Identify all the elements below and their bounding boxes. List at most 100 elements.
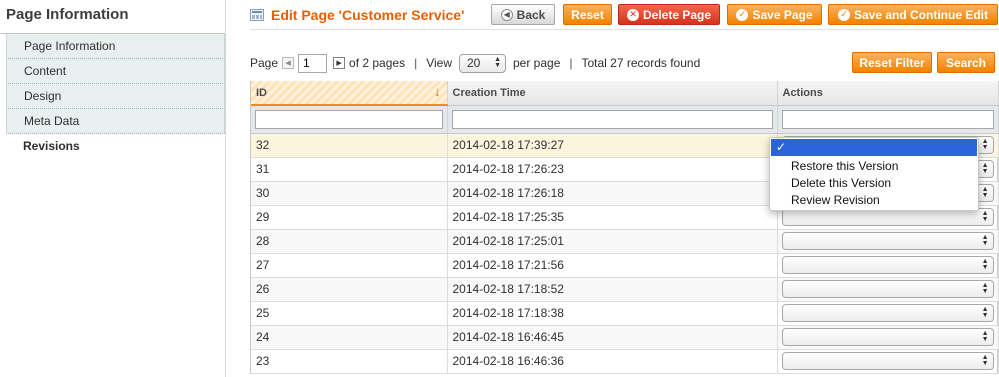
revision-id: 23: [251, 349, 448, 374]
column-header-actions-label: Actions: [782, 86, 823, 99]
search-button[interactable]: Search: [937, 52, 995, 73]
tab-revisions[interactable]: Revisions: [6, 134, 225, 159]
action-select[interactable]: ▲ ▼: [781, 352, 994, 370]
revision-creation-time: 2014-02-18 17:25:35: [447, 205, 778, 230]
revision-creation-time: 2014-02-18 17:26:18: [447, 181, 778, 206]
select-updown-icon: ▲ ▼: [981, 138, 989, 151]
column-header-creation-time[interactable]: Creation Time: [447, 81, 778, 106]
revision-id: 31: [251, 157, 448, 182]
action-select[interactable]: ▲ ▼: [781, 232, 994, 250]
action-cell: ▲ ▼: [777, 349, 999, 374]
action-cell: ▲ ▼: [777, 325, 999, 350]
revisions-grid: ID ↓ Creation Time Actions 32 2014-02-18…: [250, 81, 999, 374]
revision-id: 32: [251, 133, 448, 158]
revision-creation-time: 2014-02-18 17:25:01: [447, 229, 778, 254]
save-page-button[interactable]: ✓ Save Page: [727, 4, 822, 25]
revision-creation-time: 2014-02-18 16:46:45: [447, 325, 778, 350]
revision-id: 26: [251, 277, 448, 302]
dropdown-option-restore-version[interactable]: Restore this Version: [791, 158, 898, 174]
table-row[interactable]: 23 2014-02-18 16:46:36 ▲ ▼: [251, 349, 999, 374]
header-divider: [250, 29, 999, 30]
revision-creation-time: 2014-02-18 17:18:52: [447, 277, 778, 302]
select-updown-icon: ▲ ▼: [981, 162, 989, 175]
action-cell: ▲ ▼: [777, 229, 999, 254]
revision-creation-time: 2014-02-18 17:39:27: [447, 133, 778, 158]
sidebar-tabs: Page Information Content Design Meta Dat…: [6, 34, 225, 159]
save-continue-button-label: Save and Continue Edit: [853, 7, 988, 22]
filter-cell-creation-time: [447, 105, 778, 134]
revision-creation-time: 2014-02-18 17:18:38: [447, 301, 778, 326]
page-count: of 2 pages: [349, 56, 406, 70]
select-updown-icon: ▲ ▼: [981, 210, 989, 223]
pager-separator-2: |: [569, 56, 573, 70]
column-header-id-label: ID: [256, 86, 267, 99]
delete-x-icon: ✕: [626, 8, 639, 21]
column-header-actions: Actions: [777, 81, 999, 106]
reset-filter-button[interactable]: Reset Filter: [852, 52, 932, 73]
revision-id: 28: [251, 229, 448, 254]
select-updown-icon: ▲ ▼: [981, 282, 989, 295]
sidebar: Page Information Page Information Conten…: [0, 0, 226, 377]
page-number-input[interactable]: [298, 53, 328, 73]
save-continue-button[interactable]: ✓ Save and Continue Edit: [828, 4, 998, 25]
cms-page-icon: [250, 9, 264, 21]
per-page-select[interactable]: 20 ▲ ▼: [459, 53, 506, 73]
previous-page-icon[interactable]: ◀: [282, 57, 295, 69]
tab-meta-data[interactable]: Meta Data: [6, 109, 225, 134]
tab-design[interactable]: Design: [6, 84, 225, 109]
per-page-label: per page: [513, 56, 561, 70]
tab-content[interactable]: Content: [6, 59, 225, 84]
back-arrow-icon: ◀: [500, 8, 513, 21]
save-check-icon: ✓: [736, 8, 749, 21]
page-label: Page: [250, 56, 279, 70]
save-continue-check-icon: ✓: [837, 8, 850, 21]
revision-id: 29: [251, 205, 448, 230]
filter-cell-id: [251, 105, 448, 134]
column-header-id[interactable]: ID ↓: [251, 81, 448, 106]
table-row[interactable]: 25 2014-02-18 17:18:38 ▲ ▼: [251, 301, 999, 326]
sort-descending-icon: ↓: [434, 84, 441, 99]
checkmark-icon: ✓: [776, 140, 787, 154]
sidebar-divider: [225, 0, 226, 377]
select-updown-icon: ▲ ▼: [981, 234, 989, 247]
pager-separator: |: [414, 56, 418, 70]
table-row[interactable]: 26 2014-02-18 17:18:52 ▲ ▼: [251, 277, 999, 302]
revision-creation-time: 2014-02-18 16:46:36: [447, 349, 778, 374]
delete-page-button-label: Delete Page: [642, 7, 712, 22]
revision-id: 25: [251, 301, 448, 326]
save-page-button-label: Save Page: [752, 7, 813, 22]
select-updown-icon: ▲ ▼: [494, 56, 501, 69]
creation-time-filter-input[interactable]: [451, 109, 773, 129]
dropdown-option-empty-selected[interactable]: ✓: [771, 139, 977, 156]
total-records: Total 27 records found: [581, 56, 701, 70]
select-updown-icon: ▲ ▼: [981, 354, 989, 367]
back-button[interactable]: ◀ Back: [491, 4, 555, 25]
page-header: Edit Page 'Customer Service': [250, 4, 464, 26]
column-header-creation-time-label: Creation Time: [452, 86, 526, 99]
table-row[interactable]: 27 2014-02-18 17:21:56 ▲ ▼: [251, 253, 999, 278]
action-select[interactable]: ▲ ▼: [781, 304, 994, 322]
next-page-icon[interactable]: ▶: [333, 57, 346, 69]
dropdown-option-delete-version[interactable]: Delete this Version: [791, 175, 891, 191]
id-filter-input[interactable]: [255, 109, 443, 129]
action-cell: ▲ ▼: [777, 277, 999, 302]
table-row[interactable]: 28 2014-02-18 17:25:01 ▲ ▼: [251, 229, 999, 254]
per-page-value: 20: [467, 56, 481, 70]
select-updown-icon: ▲ ▼: [981, 330, 989, 343]
action-select[interactable]: ▲ ▼: [781, 328, 994, 346]
reset-button[interactable]: Reset: [563, 4, 612, 25]
page-title: Edit Page 'Customer Service': [271, 7, 465, 23]
actions-dropdown-menu: ✓ Restore this Version Delete this Versi…: [769, 137, 979, 211]
action-cell: ▲ ▼: [777, 253, 999, 278]
actions-filter-input[interactable]: [781, 109, 994, 129]
tab-page-information[interactable]: Page Information: [6, 34, 225, 59]
action-select[interactable]: ▲ ▼: [781, 256, 994, 274]
table-row[interactable]: 24 2014-02-18 16:46:45 ▲ ▼: [251, 325, 999, 350]
action-select[interactable]: ▲ ▼: [781, 280, 994, 298]
pager: Page ◀ ▶ of 2 pages | View 20 ▲▼ per pag…: [250, 53, 700, 73]
delete-page-button[interactable]: ✕ Delete Page: [618, 4, 720, 25]
revision-creation-time: 2014-02-18 17:21:56: [447, 253, 778, 278]
dropdown-option-review-revision[interactable]: Review Revision: [791, 192, 880, 208]
action-cell: ▲ ▼: [777, 301, 999, 326]
filter-cell-actions: [777, 105, 999, 134]
